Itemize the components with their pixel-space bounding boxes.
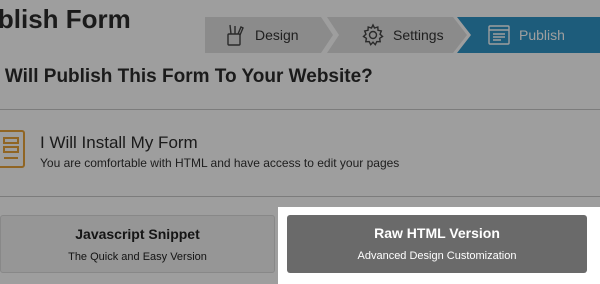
- raw-html-version-button[interactable]: Raw HTML Version Advanced Design Customi…: [287, 215, 587, 273]
- publish-form-page: ublish Form Design Settings: [0, 0, 600, 284]
- raw-html-version-title: Raw HTML Version: [374, 225, 500, 241]
- raw-html-version-subtitle: Advanced Design Customization: [357, 250, 517, 262]
